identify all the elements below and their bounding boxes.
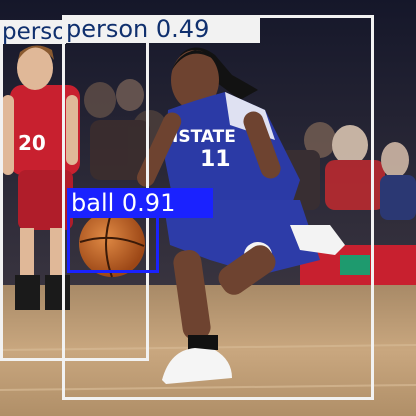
person-label: person [0, 20, 66, 44]
ball-score-label: ball 0.91 [67, 188, 213, 218]
person-score-label: person 0.49 [62, 16, 260, 43]
ball-bounding-box [67, 215, 159, 273]
detection-scene: 20 ISTATE 11 perso person 0.49 ball 0.91 [0, 0, 416, 416]
